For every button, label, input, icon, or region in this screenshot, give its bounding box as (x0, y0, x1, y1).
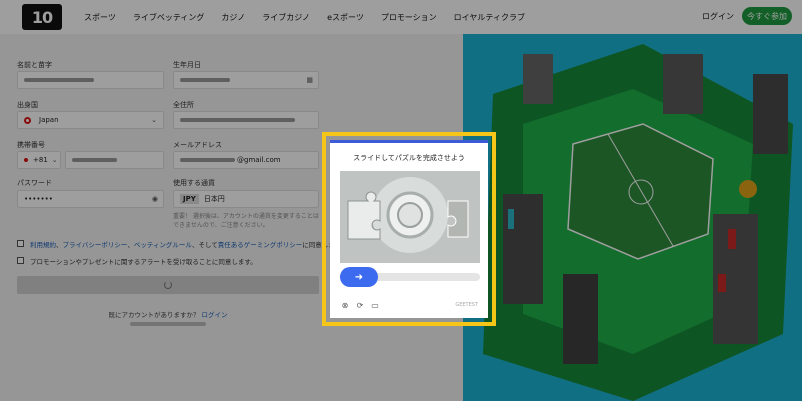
puzzle-background (340, 171, 480, 263)
arrow-right-icon: ➜ (354, 271, 364, 283)
captcha-puzzle-image (340, 171, 480, 263)
captcha-actions: ⊗ ⟳ ▭ (340, 300, 380, 310)
slider-handle[interactable]: ➜ (340, 267, 378, 287)
refresh-icon[interactable]: ⟳ (355, 300, 365, 310)
captcha-dialog: スライドしてパズルを完成させよう ➜ ⊗ ⟳ ▭ GEETEST (330, 140, 488, 318)
captcha-title: スライドしてパズルを完成させよう (353, 154, 465, 162)
feedback-icon[interactable]: ▭ (370, 300, 380, 310)
close-icon[interactable]: ⊗ (340, 300, 350, 310)
geetest-logo: GEETEST (455, 302, 478, 308)
